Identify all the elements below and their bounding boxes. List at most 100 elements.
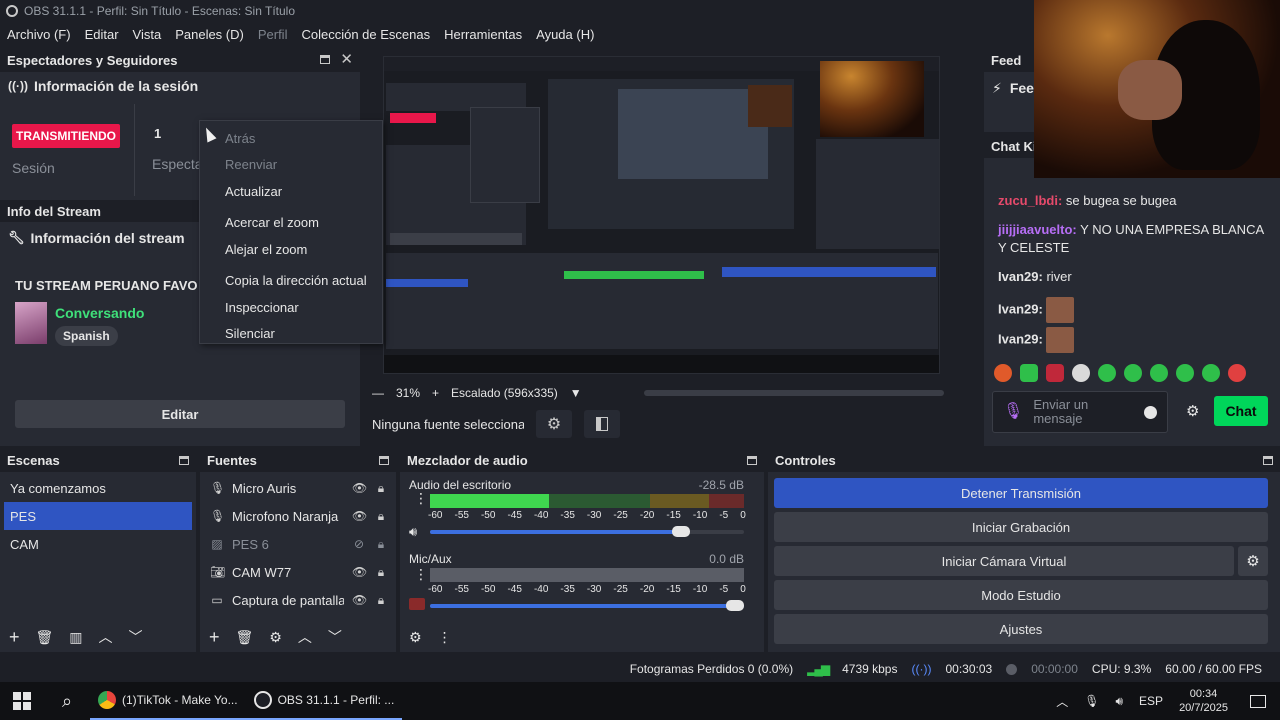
- studio-mode-button[interactable]: Modo Estudio: [774, 580, 1268, 610]
- move-down-button[interactable]: ﹀: [328, 627, 342, 647]
- source-filters-button[interactable]: [584, 410, 620, 438]
- emote-icon[interactable]: [1176, 364, 1194, 382]
- channel-menu-icon[interactable]: ⋮: [414, 567, 428, 581]
- mic-icon[interactable]: 🎙︎: [1003, 404, 1023, 420]
- eye-hidden-icon[interactable]: ⊘: [352, 537, 366, 551]
- menu-view[interactable]: Vista: [126, 27, 169, 42]
- ctx-inspect[interactable]: Inspeccionar: [200, 294, 382, 321]
- notifications-icon[interactable]: [1236, 682, 1280, 720]
- scene-item-pes[interactable]: PES: [4, 502, 192, 530]
- zoom-out-button[interactable]: —: [372, 386, 384, 400]
- scaling-dropdown-icon[interactable]: ▼: [570, 386, 582, 400]
- search-icon[interactable]: ⌕: [44, 682, 90, 720]
- speaker-icon[interactable]: 🔊︎: [409, 524, 417, 540]
- ctx-copy-url[interactable]: Copia la dirección actual: [200, 268, 382, 295]
- eye-icon[interactable]: 👁︎: [352, 509, 367, 523]
- volume-slider[interactable]: [430, 526, 744, 537]
- scene-item-cam[interactable]: CAM: [0, 530, 196, 558]
- float-icon[interactable]: [1263, 455, 1273, 465]
- chat-username[interactable]: zucu_lbdi:: [998, 193, 1062, 208]
- move-up-button[interactable]: ︿: [99, 627, 113, 647]
- ctx-zoom-out[interactable]: Alejar el zoom: [200, 236, 382, 263]
- float-icon[interactable]: [179, 455, 189, 465]
- add-scene-button[interactable]: +: [9, 627, 20, 648]
- volume-knob[interactable]: [672, 526, 691, 537]
- tray-volume-icon[interactable]: 🔊︎: [1107, 682, 1131, 720]
- zoom-in-button[interactable]: +: [432, 386, 439, 400]
- scene-item-ya-comenzamos[interactable]: Ya comenzamos: [0, 474, 196, 502]
- emote-icon[interactable]: [1046, 364, 1064, 382]
- chat-username[interactable]: jiijjiaavuelto:: [998, 222, 1077, 237]
- lock-icon[interactable]: 🔒︎: [374, 537, 388, 552]
- windows-start-icon[interactable]: [0, 682, 44, 720]
- lock-icon[interactable]: 🔒︎: [374, 509, 388, 524]
- edit-stream-button[interactable]: Editar: [15, 400, 345, 428]
- menu-docks[interactable]: Paneles (D): [168, 27, 251, 42]
- chat-username[interactable]: Ivan29:: [998, 331, 1043, 346]
- source-item[interactable]: 🎙︎ Micro Auris 👁︎ 🔒︎: [200, 474, 396, 502]
- chat-send-button[interactable]: Chat: [1214, 396, 1268, 426]
- chat-username[interactable]: Ivan29:: [998, 301, 1043, 316]
- float-icon[interactable]: [379, 455, 389, 465]
- menu-edit[interactable]: Editar: [78, 27, 126, 42]
- channel-menu-icon[interactable]: ⋮: [414, 491, 428, 505]
- volume-slider[interactable]: [430, 600, 744, 611]
- volume-knob[interactable]: [726, 600, 744, 611]
- lock-icon[interactable]: 🔒︎: [374, 481, 388, 496]
- source-properties-button[interactable]: ⚙: [536, 410, 572, 438]
- ctx-zoom-in[interactable]: Acercar el zoom: [200, 210, 382, 237]
- ctx-mute[interactable]: Silenciar: [200, 321, 382, 348]
- source-settings-button[interactable]: ⚙: [269, 629, 282, 646]
- emote-icon[interactable]: [1150, 364, 1168, 382]
- remove-source-button[interactable]: 🗑︎: [236, 629, 254, 646]
- scene-filters-button[interactable]: ▥: [69, 629, 82, 646]
- eye-icon[interactable]: 👁︎: [352, 593, 367, 607]
- chat-username[interactable]: Ivan29:: [998, 269, 1043, 284]
- chat-settings-icon[interactable]: ⚙: [1186, 402, 1199, 420]
- stop-streaming-button[interactable]: Detener Transmisión: [774, 478, 1268, 508]
- preview-scrollbar[interactable]: [643, 390, 944, 396]
- menu-tools[interactable]: Herramientas: [437, 27, 529, 42]
- float-icon[interactable]: [320, 55, 331, 64]
- emote-icon[interactable]: [1098, 364, 1116, 382]
- move-down-button[interactable]: ﹀: [129, 627, 143, 647]
- taskbar-obs[interactable]: OBS 31.1.1 - Perfil: ...: [245, 682, 403, 720]
- source-item[interactable]: ▭ Captura de pantalla 👁︎ 🔒︎: [200, 586, 396, 614]
- ctx-reload[interactable]: Actualizar: [200, 178, 382, 205]
- settings-button[interactable]: Ajustes: [774, 614, 1268, 644]
- taskbar-tiktok[interactable]: (1)TikTok - Make Yo...: [90, 682, 246, 720]
- add-source-button[interactable]: +: [209, 627, 220, 648]
- input-language[interactable]: ESP: [1131, 682, 1171, 720]
- lock-icon[interactable]: 🔒︎: [374, 593, 388, 608]
- emote-icon[interactable]: [1202, 364, 1220, 382]
- virtual-camera-settings-button[interactable]: ⚙: [1238, 546, 1268, 576]
- tray-chevron-icon[interactable]: ︿: [1048, 682, 1076, 720]
- tray-mic-icon[interactable]: 🎙︎: [1076, 682, 1107, 720]
- eye-icon[interactable]: 👁︎: [352, 481, 367, 495]
- start-recording-button[interactable]: Iniciar Grabación: [774, 512, 1268, 542]
- eye-icon[interactable]: 👁︎: [352, 565, 367, 579]
- source-item[interactable]: ▨ PES 6 ⊘ 🔒︎: [200, 530, 396, 558]
- emote-icon[interactable]: [1124, 364, 1142, 382]
- float-icon[interactable]: [747, 455, 757, 465]
- remove-scene-button[interactable]: 🗑︎: [36, 629, 54, 646]
- advanced-audio-icon[interactable]: ⚙: [409, 629, 422, 646]
- menu-file[interactable]: Archivo (F): [0, 27, 78, 42]
- menu-scene-collection[interactable]: Colección de Escenas: [294, 27, 437, 42]
- chat-input[interactable]: 🎙︎ Enviar un mensaje: [992, 391, 1168, 433]
- close-icon[interactable]: ✕: [340, 52, 353, 67]
- clock[interactable]: 00:34 20/7/2025: [1171, 682, 1236, 720]
- source-item[interactable]: 🎙︎ Microfono Naranja 👁︎ 🔒︎: [200, 502, 396, 530]
- menu-help[interactable]: Ayuda (H): [529, 27, 601, 42]
- menu-profile[interactable]: Perfil: [251, 27, 295, 42]
- start-virtual-camera-button[interactable]: Iniciar Cámara Virtual: [774, 546, 1234, 576]
- preview-canvas[interactable]: [383, 56, 940, 374]
- emote-icon[interactable]: [1020, 364, 1038, 382]
- emote-icon[interactable]: [1228, 364, 1246, 382]
- emote-icon[interactable]: [994, 364, 1012, 382]
- lock-icon[interactable]: 🔒︎: [374, 565, 388, 580]
- emoji-icon[interactable]: [1144, 405, 1157, 419]
- emote-icon[interactable]: [1072, 364, 1090, 382]
- source-item[interactable]: 📷︎ CAM W77 👁︎ 🔒︎: [200, 558, 396, 586]
- move-up-button[interactable]: ︿: [298, 627, 312, 647]
